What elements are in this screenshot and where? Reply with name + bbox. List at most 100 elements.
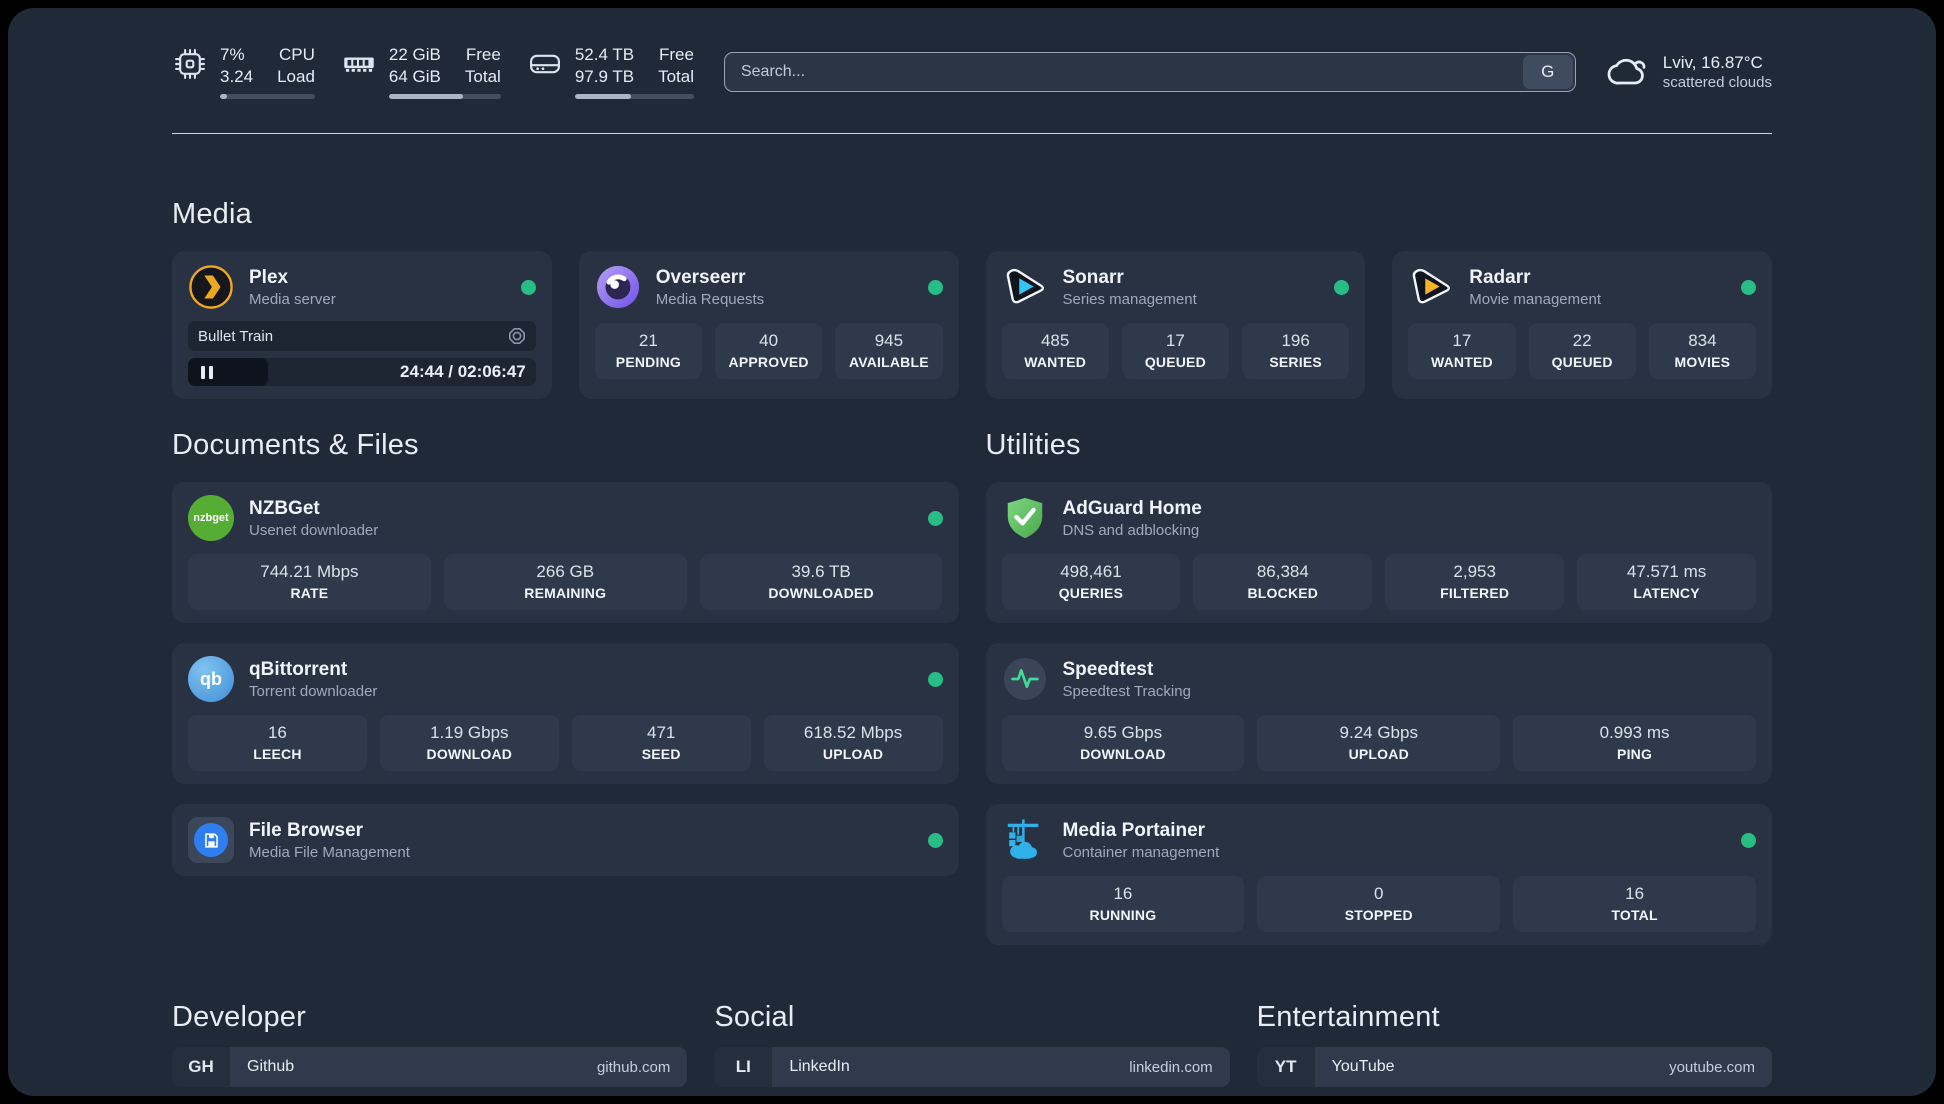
- status-dot: [927, 832, 943, 848]
- section-title-social: Social: [714, 1001, 795, 1034]
- sonarr-icon: [1002, 264, 1048, 310]
- disk-total-label: Total: [658, 67, 694, 87]
- stat-upload: 9.24 Gbps UPLOAD: [1257, 715, 1501, 772]
- bookmark-name: LinkedIn: [789, 1058, 850, 1076]
- app-card-plex[interactable]: Plex Media server Bullet Train 24:44 / 0…: [172, 251, 552, 400]
- stat-rate: 744.21 Mbps RATE: [188, 554, 431, 611]
- app-card-overseerr[interactable]: Overseerr Media Requests 21 PENDING 40 A…: [578, 251, 959, 400]
- app-description: Media Requests: [655, 290, 765, 308]
- status-dot: [1741, 832, 1756, 848]
- bookmark-abbr: LI: [714, 1047, 773, 1088]
- stat-leech: 16 LEECH: [188, 715, 367, 772]
- stat-seed: 471 SEED: [571, 715, 751, 772]
- app-card-filebrowser[interactable]: File Browser Media File Management: [172, 804, 959, 877]
- app-card-portainer[interactable]: Media Portainer Container management 16 …: [985, 804, 1772, 946]
- playback-time: 24:44 / 02:06:47: [400, 362, 526, 382]
- stat-running: 16 RUNNING: [1001, 876, 1245, 933]
- stat-wanted: 17 WANTED: [1408, 323, 1516, 380]
- app-name: NZBGet: [249, 497, 320, 519]
- ram-progress-bar: [388, 94, 501, 100]
- section-title-media: Media: [172, 198, 252, 231]
- app-name: Sonarr: [1062, 266, 1124, 288]
- stat-upload: 618.52 Mbps UPLOAD: [763, 715, 943, 772]
- stat-movies: 834 MOVIES: [1648, 323, 1756, 380]
- stat-pending: 21 PENDING: [594, 323, 702, 380]
- bookmark-url: github.com: [596, 1058, 671, 1076]
- stat-stopped: 0 STOPPED: [1257, 876, 1501, 933]
- bookmark-url: youtube.com: [1669, 1058, 1755, 1076]
- bookmark-abbr: GH: [172, 1047, 230, 1088]
- disk-free-value: 52.4 TB: [574, 45, 635, 64]
- app-description: Usenet downloader: [249, 521, 379, 539]
- status-dot: [927, 279, 943, 295]
- app-card-adguard[interactable]: AdGuard Home DNS and adblocking 498,461 …: [985, 482, 1772, 624]
- stat-approved: 40 APPROVED: [715, 323, 823, 380]
- section-title-documents: Documents & Files: [172, 429, 419, 462]
- disk-icon: [529, 54, 560, 74]
- app-name: AdGuard Home: [1062, 497, 1202, 519]
- app-name: Plex: [249, 266, 289, 288]
- overseerr-icon: [595, 264, 641, 310]
- app-card-sonarr[interactable]: Sonarr Series management 485 WANTED 17 Q…: [985, 251, 1366, 400]
- weather-widget: Lviv, 16.87°C scattered clouds: [1606, 50, 1772, 94]
- bookmark-github[interactable]: GH Github github.com: [172, 1047, 688, 1088]
- radarr-icon: [1408, 264, 1454, 310]
- app-name: qBittorrent: [249, 658, 348, 680]
- app-description: Container management: [1062, 843, 1220, 861]
- stat-blocked: 86,384 BLOCKED: [1193, 554, 1373, 611]
- session-settings-icon[interactable]: [508, 327, 526, 345]
- app-card-nzbget[interactable]: nzbget NZBGet Usenet downloader 744.21 M…: [172, 482, 959, 624]
- ram-free-value: 22 GiB: [388, 45, 441, 64]
- app-description: Movie management: [1469, 290, 1601, 308]
- section-title-developer: Developer: [172, 1001, 306, 1034]
- stat-available: 945 AVAILABLE: [835, 323, 943, 380]
- app-card-qbittorrent[interactable]: qb qBittorrent Torrent downloader 16 LEE…: [172, 643, 959, 785]
- stat-queued: 17 QUEUED: [1121, 323, 1229, 380]
- cpu-load-label: Load: [277, 67, 315, 87]
- adguard-icon: [1002, 495, 1048, 541]
- status-dot: [520, 279, 536, 295]
- dashboard: 7% 3.24 CPU Load 22 GiB 64 GiB Free Tota…: [8, 8, 1936, 1096]
- stat-remaining: 266 GB REMAINING: [443, 554, 687, 611]
- app-name: Media Portainer: [1062, 819, 1206, 841]
- bookmark-name: Github: [247, 1058, 295, 1076]
- search-provider-button[interactable]: G: [1522, 54, 1573, 89]
- system-metrics: 7% 3.24 CPU Load 22 GiB 64 GiB Free Tota…: [172, 44, 694, 100]
- disk-progress-bar: [574, 94, 694, 100]
- stat-series: 196 SERIES: [1242, 323, 1350, 380]
- section-title-entertainment: Entertainment: [1256, 1001, 1440, 1034]
- ram-total-label: Total: [464, 67, 501, 87]
- bookmark-linkedin[interactable]: LI LinkedIn linkedin.com: [714, 1047, 1230, 1088]
- search-input[interactable]: [740, 62, 1523, 81]
- ram-free-label: Free: [465, 45, 501, 64]
- bookmark-youtube[interactable]: YT YouTube youtube.com: [1256, 1047, 1772, 1088]
- app-card-radarr[interactable]: Radarr Movie management 17 WANTED 22 QUE…: [1392, 251, 1772, 400]
- topbar-divider: [172, 133, 1772, 135]
- qbittorrent-icon: qb: [188, 656, 234, 703]
- stat-download: 1.19 Gbps DOWNLOAD: [379, 715, 559, 772]
- pause-button[interactable]: [188, 358, 268, 387]
- stat-filtered: 2,953 FILTERED: [1385, 554, 1565, 611]
- stat-download: 9.65 Gbps DOWNLOAD: [1001, 715, 1245, 772]
- ram-metric: 22 GiB 64 GiB Free Total: [341, 44, 501, 100]
- plex-now-playing: Bullet Train 24:44 / 02:06:47: [188, 321, 536, 387]
- plex-icon: [188, 264, 234, 310]
- cpu-usage-value: 7%: [220, 45, 245, 64]
- app-description: Series management: [1062, 290, 1197, 308]
- disk-total-value: 97.9 TB: [574, 67, 635, 87]
- stat-wanted: 485 WANTED: [1001, 323, 1109, 380]
- stat-queued: 22 QUEUED: [1528, 323, 1636, 380]
- stat-latency: 47.571 ms LATENCY: [1577, 554, 1756, 611]
- status-dot: [1334, 279, 1350, 295]
- bookmark-url: linkedin.com: [1129, 1058, 1213, 1076]
- app-card-speedtest[interactable]: Speedtest Speedtest Tracking 9.65 Gbps D…: [985, 643, 1772, 785]
- ram-total-value: 64 GiB: [388, 67, 441, 87]
- cpu-metric: 7% 3.24 CPU Load: [172, 44, 315, 100]
- cpu-label: CPU: [279, 45, 315, 64]
- cpu-progress-bar: [220, 94, 315, 100]
- search-bar: G: [723, 51, 1576, 92]
- disk-metric: 52.4 TB 97.9 TB Free Total: [527, 44, 694, 100]
- app-name: File Browser: [249, 819, 364, 841]
- cloud-icon: [1607, 58, 1646, 84]
- cpu-load-value: 3.24: [220, 67, 254, 87]
